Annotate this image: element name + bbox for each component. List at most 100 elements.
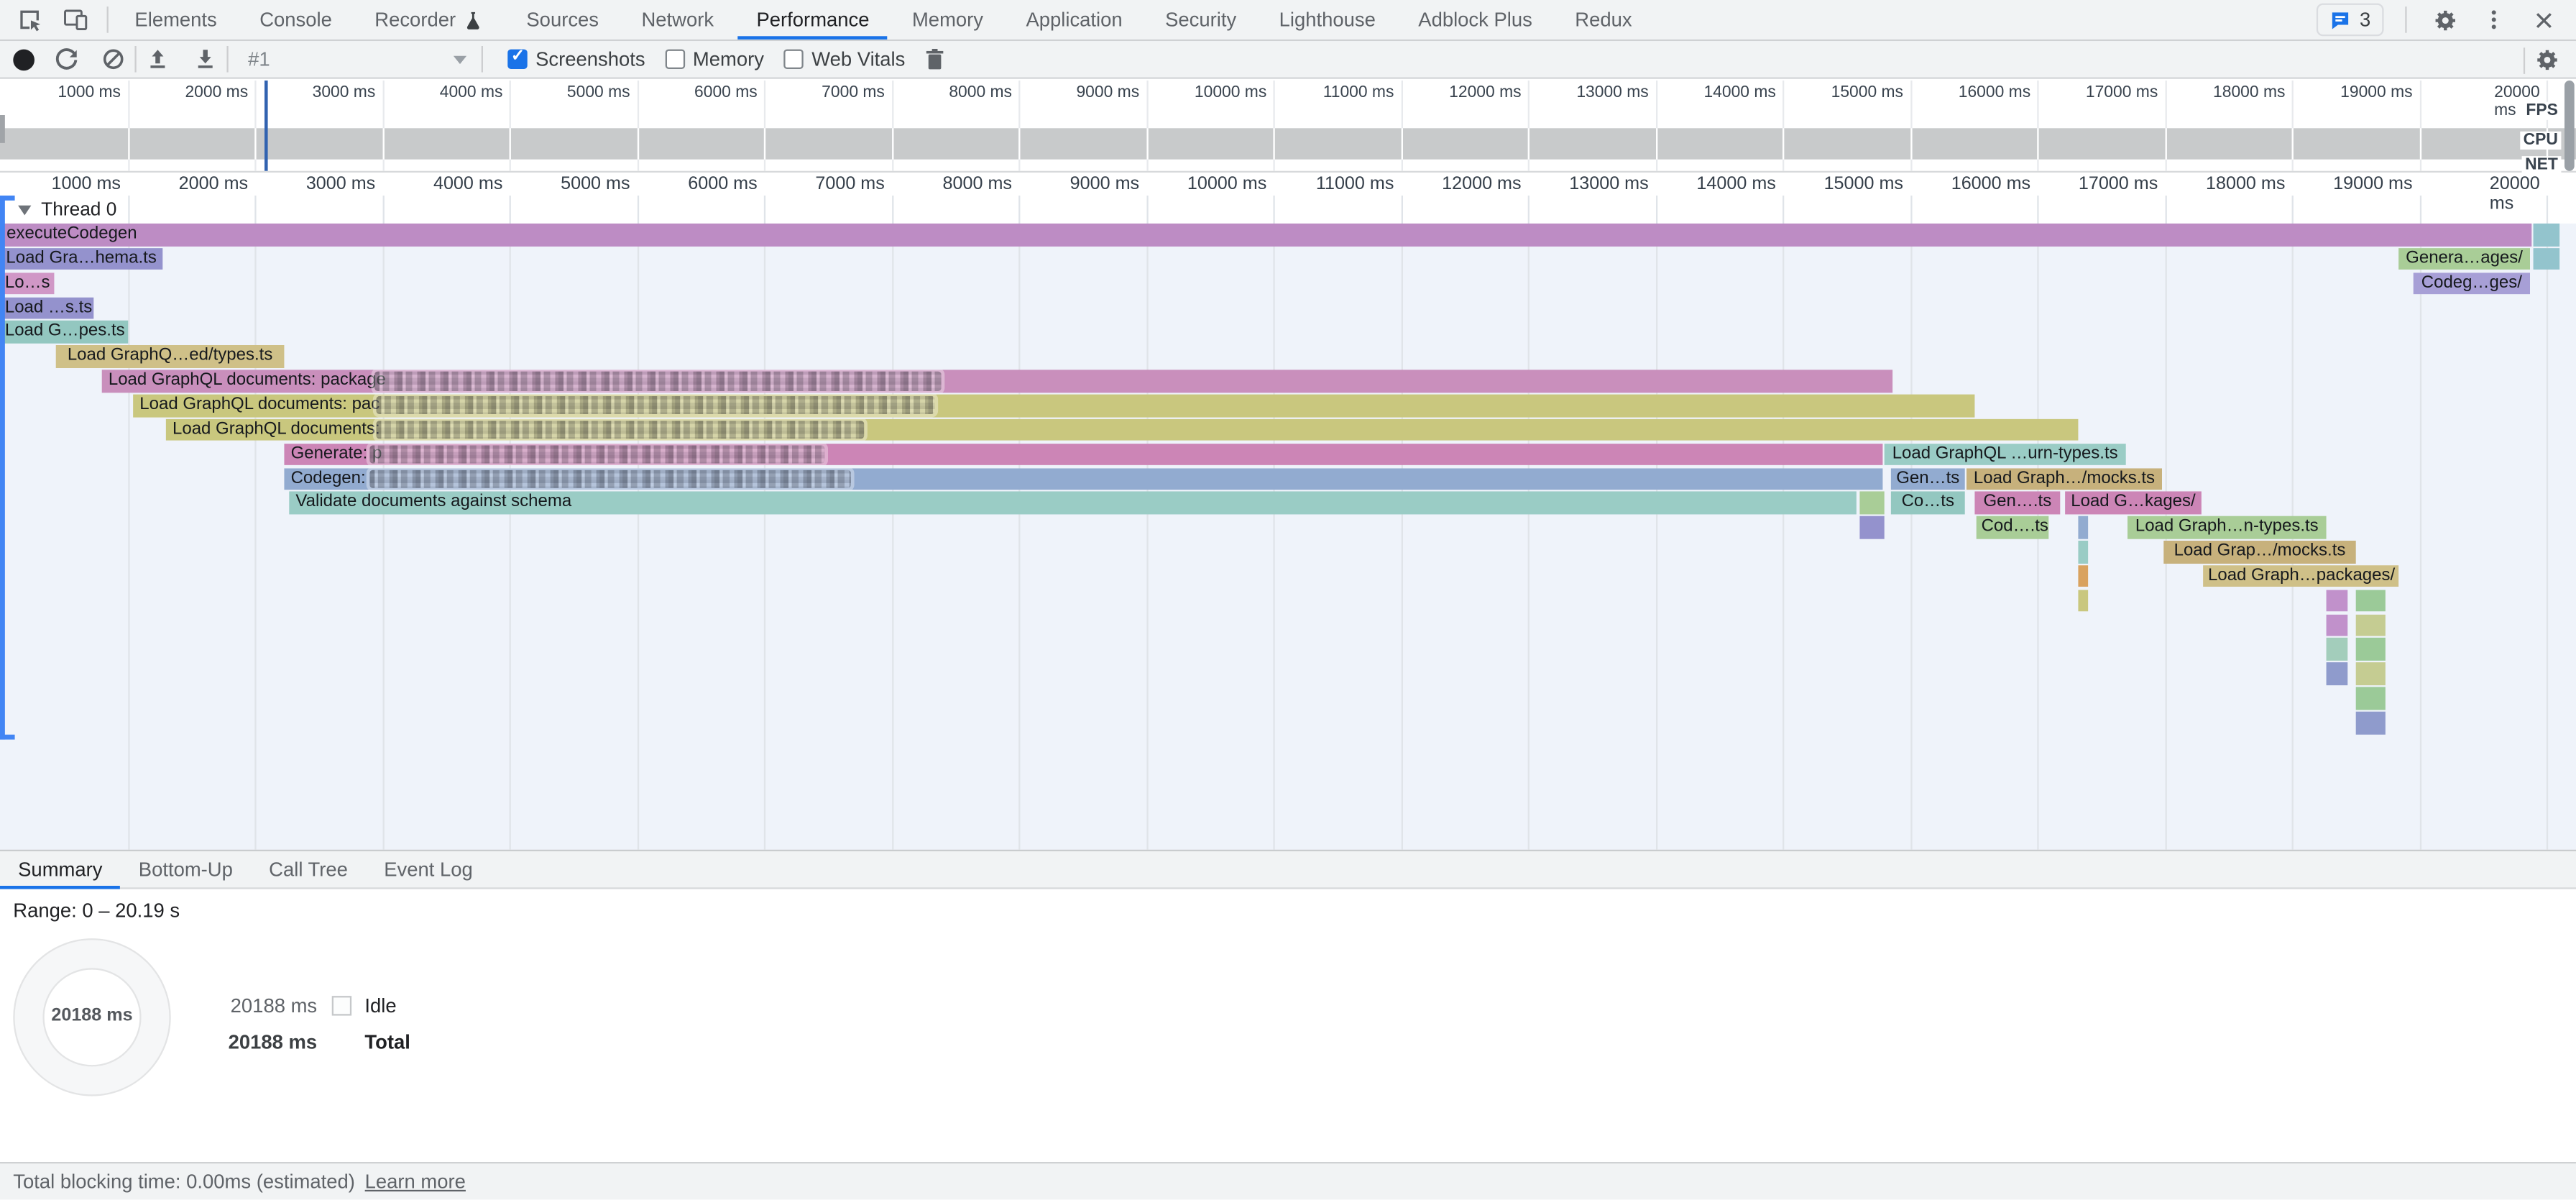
tab-application[interactable]: Application — [1005, 0, 1144, 40]
tab-console[interactable]: Console — [238, 0, 353, 40]
inspect-element-icon[interactable] — [13, 4, 46, 37]
clear-recording-icon[interactable] — [97, 42, 130, 75]
flame-bar[interactable]: Generate: p — [284, 443, 1882, 465]
flame-bar[interactable]: Load GraphQ…ed/types.ts — [56, 346, 285, 368]
flame-bar[interactable]: Lo…s — [0, 272, 54, 295]
flame-bar-fragment[interactable] — [2078, 565, 2088, 587]
flame-bar[interactable]: Load GraphQL …urn-types.ts — [1885, 443, 2126, 465]
tab-sources[interactable]: Sources — [505, 0, 620, 40]
flame-bar-fragment[interactable] — [2078, 590, 2088, 612]
more-options-icon[interactable] — [2478, 4, 2511, 37]
tab-network[interactable]: Network — [620, 0, 735, 40]
thread-header[interactable]: Thread 0 — [18, 201, 116, 220]
overview-tick-label: 11000 ms — [1323, 84, 1394, 102]
gridline — [637, 128, 638, 159]
checkbox-unchecked-icon[interactable] — [665, 50, 684, 69]
flame-bar-fragment[interactable] — [2356, 590, 2386, 612]
learn-more-link[interactable]: Learn more — [365, 1170, 466, 1193]
flame-bar-fragment[interactable] — [2356, 712, 2386, 734]
tab-elements[interactable]: Elements — [114, 0, 239, 40]
checkbox-memory[interactable]: Memory — [665, 47, 764, 70]
tab-label: Elements — [134, 8, 216, 31]
drawer-tab-call-tree[interactable]: Call Tree — [251, 851, 366, 887]
flame-bar-fragment[interactable] — [1859, 516, 1884, 539]
drawer-tab-bottom-up[interactable]: Bottom-Up — [121, 851, 251, 887]
record-button[interactable] — [13, 48, 34, 70]
flame-bar-fragment[interactable] — [2356, 614, 2386, 636]
capture-settings-gear-icon[interactable] — [2530, 44, 2563, 77]
donut-center-label: 20188 ms — [13, 1006, 170, 1025]
flame-bar-fragment[interactable] — [2078, 541, 2088, 563]
flame-bar[interactable]: Load G…pes.ts — [0, 321, 128, 344]
tab-security[interactable]: Security — [1144, 0, 1258, 40]
flame-bar[interactable]: Load GraphQL documents: package — [102, 370, 1892, 392]
flame-bar[interactable]: Genera…ages/ — [2398, 248, 2530, 270]
tab-recorder[interactable]: Recorder — [354, 0, 505, 40]
checkbox-web-vitals[interactable]: Web Vitals — [783, 47, 905, 70]
flame-bar[interactable]: Load Graph…n-types.ts — [2128, 516, 2327, 539]
flame-bar[interactable]: Load Graph…/mocks.ts — [1966, 467, 2162, 490]
tab-memory[interactable]: Memory — [891, 0, 1004, 40]
device-toolbar-icon[interactable] — [59, 4, 92, 37]
timeline-overview[interactable]: 1000 ms2000 ms3000 ms4000 ms5000 ms6000 … — [0, 81, 2576, 173]
delete-recording-icon[interactable] — [919, 42, 952, 75]
flame-bar[interactable]: executeCodegen — [0, 224, 2531, 246]
flame-bar[interactable]: Load G…kages/ — [2065, 492, 2202, 514]
flame-bar[interactable]: Load Gra…hema.ts — [0, 248, 162, 270]
settings-gear-icon[interactable] — [2428, 4, 2461, 37]
tab-adblock-plus[interactable]: Adblock Plus — [1397, 0, 1554, 40]
flame-bar-fragment[interactable] — [2356, 687, 2386, 710]
flame-bar-label: Load GraphQL …urn-types.ts — [1892, 443, 2118, 462]
ruler-tick-label: 8000 ms — [943, 174, 1012, 193]
vertical-scrollbar-thumb[interactable] — [2564, 81, 2575, 171]
flame-bar[interactable]: Validate documents against schema — [289, 492, 1857, 514]
flame-bar[interactable]: Co…ts — [1891, 492, 1965, 514]
flame-bar[interactable]: Gen…ts — [1891, 467, 1965, 490]
flame-bar-fragment[interactable] — [2327, 663, 2348, 685]
flame-bar[interactable]: Load GraphQL documents: pac — [133, 394, 1974, 416]
flame-bar-fragment[interactable] — [2327, 590, 2348, 612]
flame-bar[interactable]: Codeg…ges/ — [2414, 272, 2530, 295]
reload-and-record-icon[interactable] — [50, 42, 83, 75]
overview-playhead[interactable] — [264, 81, 268, 171]
flame-chart[interactable]: 1000 ms2000 ms3000 ms4000 ms5000 ms6000 … — [0, 173, 2576, 850]
flame-bar-fragment[interactable] — [2356, 663, 2386, 685]
issues-button[interactable]: 3 — [2317, 4, 2384, 37]
overview-tick-label: 12000 ms — [1449, 84, 1521, 102]
flame-bar[interactable]: Codegen: — [284, 467, 1882, 490]
tab-redux[interactable]: Redux — [1554, 0, 1654, 40]
flame-bar[interactable]: Load Grap…/mocks.ts — [2163, 541, 2355, 563]
checkbox-screenshots[interactable]: Screenshots — [507, 47, 645, 70]
legend-value: 20188 ms — [218, 1030, 317, 1053]
drawer-tab-summary[interactable]: Summary — [0, 851, 121, 887]
tab-lighthouse[interactable]: Lighthouse — [1258, 0, 1397, 40]
flame-bar-fragment[interactable] — [2078, 516, 2088, 539]
flame-bar-fragment[interactable] — [2327, 638, 2348, 661]
checkbox-unchecked-icon[interactable] — [783, 50, 803, 69]
flame-bar[interactable]: Gen….ts — [1974, 492, 2060, 514]
save-profile-icon[interactable] — [189, 42, 222, 75]
load-profile-icon[interactable] — [142, 42, 175, 75]
tab-performance[interactable]: Performance — [735, 0, 891, 40]
gridline — [1273, 128, 1274, 159]
flame-bar-fragment[interactable] — [2327, 614, 2348, 636]
close-icon[interactable] — [2526, 4, 2559, 37]
checkbox-checked-icon[interactable] — [507, 50, 527, 69]
selection-bracket-bottom — [0, 735, 15, 739]
flame-bar[interactable]: Cod….ts — [1977, 516, 2049, 539]
flame-bar-fragment[interactable] — [2534, 224, 2560, 246]
flame-bar-label: Co…ts — [1902, 492, 1954, 511]
flame-bar[interactable]: Load Graph…packages/ — [2203, 565, 2398, 587]
flame-bar[interactable]: Load GraphQL documents: — [166, 418, 2079, 441]
drawer-tab-event-log[interactable]: Event Log — [366, 851, 491, 887]
details-drawer: SummaryBottom-UpCall TreeEvent Log Range… — [0, 850, 2576, 1162]
flame-bar-fragment[interactable] — [2356, 638, 2386, 661]
flame-bar-fragment[interactable] — [2534, 248, 2560, 270]
ruler-tick-label: 3000 ms — [306, 174, 375, 193]
history-select[interactable]: #1 — [248, 47, 466, 70]
tab-label: Recorder — [374, 8, 456, 31]
divider — [2524, 47, 2525, 73]
overview-left-handle[interactable] — [0, 115, 5, 143]
flame-bar-fragment[interactable] — [1859, 492, 1884, 514]
flame-bar[interactable]: Load …s.ts — [0, 297, 93, 319]
